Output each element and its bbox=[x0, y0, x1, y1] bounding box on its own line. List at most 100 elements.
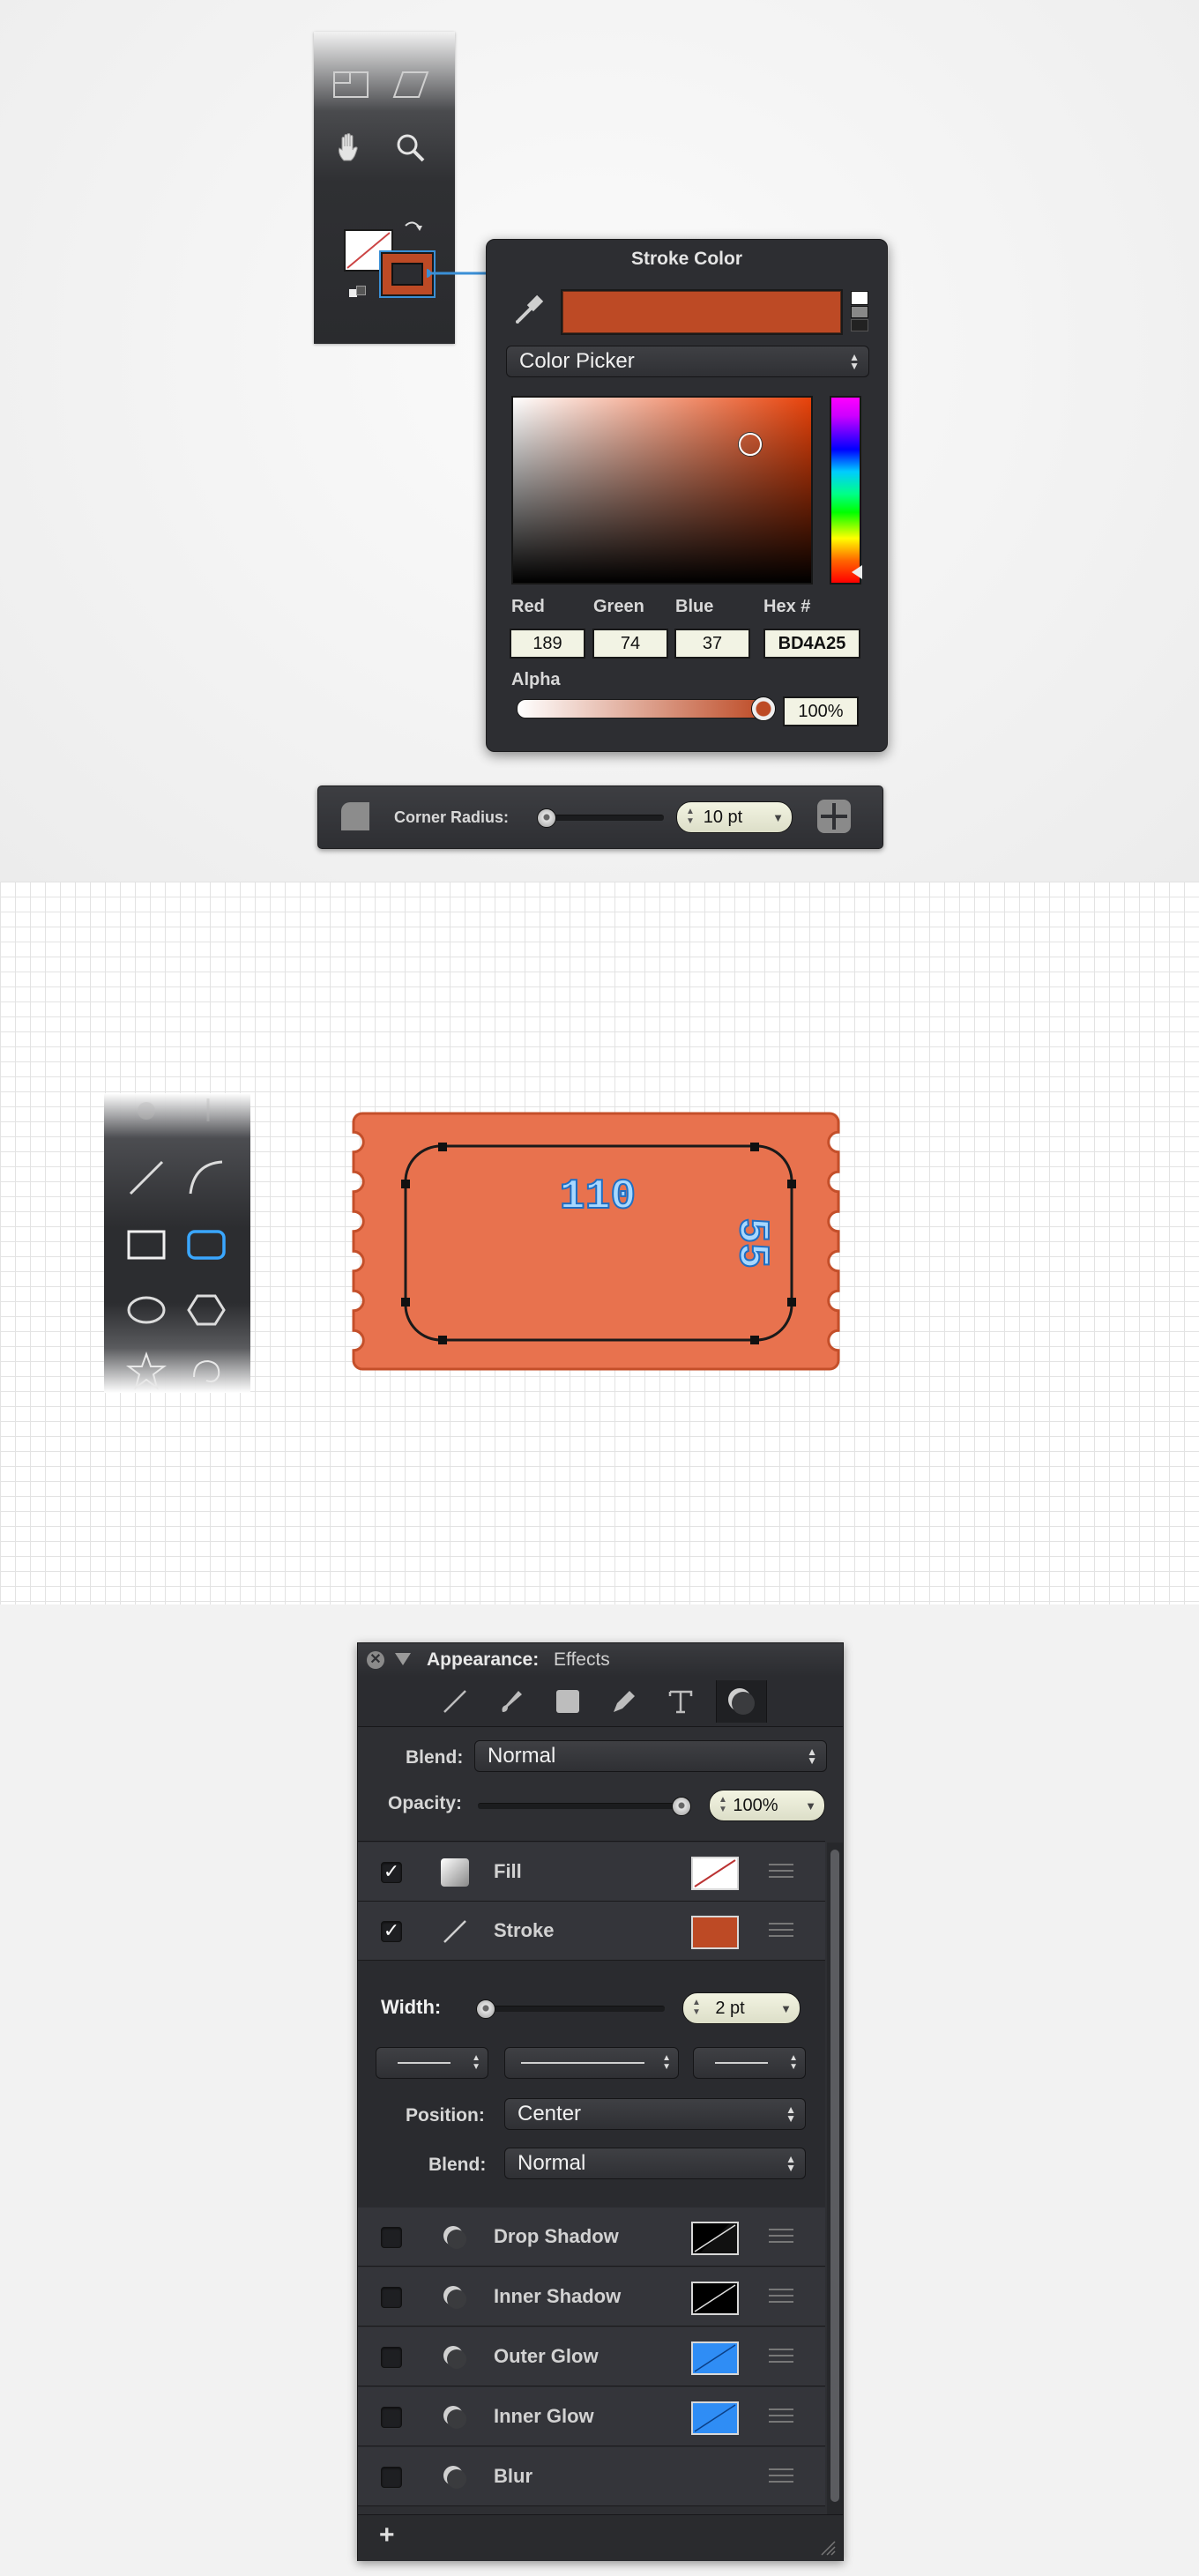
artboard-tool-icon[interactable] bbox=[328, 62, 374, 108]
width-knob[interactable] bbox=[476, 1999, 495, 2019]
zoom-tool-icon[interactable] bbox=[388, 125, 434, 171]
blur-icon bbox=[441, 2463, 469, 2491]
swap-colors-icon[interactable] bbox=[402, 219, 423, 240]
stroke-drag-handle[interactable] bbox=[769, 1923, 793, 1939]
blur-drag-handle[interactable] bbox=[769, 2468, 793, 2484]
stroke-well[interactable] bbox=[381, 252, 434, 296]
inner-glow-drag-handle[interactable] bbox=[769, 2408, 793, 2424]
opacity-stepper[interactable]: ▲ ▼ 100% ▼ bbox=[709, 1790, 825, 1821]
collapse-triangle-icon[interactable] bbox=[395, 1653, 411, 1665]
position-select[interactable]: Center ▲ ▼ bbox=[504, 2098, 806, 2130]
alpha-slider-knob[interactable] bbox=[751, 696, 776, 721]
color-mode-select[interactable]: Color Picker ▲ ▼ bbox=[506, 346, 869, 377]
start-arrow-select[interactable]: ▲ ▼ bbox=[376, 2047, 488, 2079]
inner-shadow-drag-handle[interactable] bbox=[769, 2289, 793, 2304]
fill-checkbox[interactable]: ✓ bbox=[381, 1862, 402, 1883]
width-slider[interactable] bbox=[480, 2006, 665, 2012]
inner-shadow-checkbox[interactable] bbox=[381, 2287, 402, 2308]
skew-tool-icon[interactable] bbox=[388, 62, 434, 108]
blue-field[interactable]: 37 bbox=[674, 629, 750, 659]
drop-shadow-drag-handle[interactable] bbox=[769, 2229, 793, 2245]
star-tool-icon[interactable] bbox=[125, 1351, 168, 1393]
resize-grip-icon[interactable] bbox=[818, 2538, 836, 2556]
stroke-blend-select[interactable]: Normal ▲ ▼ bbox=[504, 2148, 806, 2179]
corner-radius-knob[interactable] bbox=[537, 808, 556, 828]
pen-tab-icon[interactable] bbox=[610, 1687, 638, 1716]
drop-shadow-checkbox[interactable] bbox=[381, 2227, 402, 2248]
popover-connector bbox=[427, 269, 488, 278]
opacity-knob[interactable] bbox=[672, 1797, 691, 1816]
close-icon[interactable]: ✕ bbox=[367, 1651, 384, 1669]
appearance-header: ✕ Appearance: Effects bbox=[358, 1643, 843, 1678]
eyedropper-icon[interactable] bbox=[511, 291, 547, 326]
rectangle-tool-icon[interactable] bbox=[125, 1224, 168, 1266]
rounded-rectangle-tool-icon[interactable] bbox=[185, 1224, 227, 1266]
outer-glow-swatch[interactable] bbox=[691, 2341, 739, 2375]
drop-shadow-swatch[interactable] bbox=[691, 2222, 739, 2255]
blur-row[interactable]: Blur bbox=[358, 2447, 825, 2506]
alpha-field[interactable]: 100% bbox=[783, 696, 859, 726]
hex-field[interactable]: BD4A25 bbox=[763, 629, 860, 659]
outer-glow-row[interactable]: Outer Glow bbox=[358, 2327, 825, 2386]
inner-shadow-icon bbox=[441, 2283, 469, 2312]
stroke-row[interactable]: ✓ Stroke bbox=[358, 1902, 825, 1961]
fill-bucket-icon bbox=[130, 1095, 162, 1127]
width-stepper[interactable]: ▲ ▼ 2 pt ▼ bbox=[682, 1992, 801, 2024]
opacity-slider[interactable] bbox=[478, 1803, 689, 1809]
stroke-tab-icon[interactable] bbox=[441, 1687, 469, 1716]
hue-slider-pointer[interactable] bbox=[852, 565, 862, 579]
inner-glow-swatch[interactable] bbox=[691, 2401, 739, 2435]
scrollbar-thumb[interactable] bbox=[830, 1850, 839, 2502]
brush-tab-icon[interactable] bbox=[497, 1687, 525, 1716]
end-arrow-select[interactable]: ▲ ▼ bbox=[693, 2047, 806, 2079]
color-swatches-icon[interactable] bbox=[851, 291, 868, 331]
panel-title: Appearance: bbox=[427, 1649, 540, 1670]
ticket-shape[interactable]: 110 55 bbox=[349, 1109, 852, 1382]
inner-shadow-swatch[interactable] bbox=[691, 2282, 739, 2315]
corner-radius-label: Corner Radius: bbox=[394, 808, 510, 826]
inner-glow-row[interactable]: Inner Glow bbox=[358, 2387, 825, 2446]
stroke-icon bbox=[441, 1917, 469, 1946]
stroke-checkbox[interactable]: ✓ bbox=[381, 1921, 402, 1942]
select-arrows-icon: ▲ ▼ bbox=[849, 351, 860, 372]
alpha-slider[interactable] bbox=[517, 699, 767, 718]
inner-shadow-row[interactable]: Inner Shadow bbox=[358, 2267, 825, 2327]
add-effect-button[interactable]: + bbox=[379, 2520, 395, 2550]
blend-value: Normal bbox=[488, 1744, 556, 1768]
corner-mode-icon[interactable] bbox=[817, 800, 851, 833]
color-picker-handle[interactable] bbox=[739, 433, 762, 456]
spiral-tool-icon[interactable] bbox=[185, 1351, 227, 1393]
position-label: Position: bbox=[406, 2105, 485, 2126]
saturation-value-field[interactable] bbox=[511, 396, 813, 584]
line-tool-icon[interactable] bbox=[125, 1157, 168, 1199]
hue-slider[interactable] bbox=[830, 396, 862, 584]
fill-tab-icon[interactable] bbox=[554, 1687, 582, 1716]
arc-tool-icon[interactable] bbox=[185, 1157, 227, 1199]
inner-glow-checkbox[interactable] bbox=[381, 2407, 402, 2428]
fill-color-swatch[interactable] bbox=[691, 1857, 739, 1890]
blend-select[interactable]: Normal ▲ ▼ bbox=[474, 1740, 827, 1772]
corner-radius-stepper[interactable]: ▲ ▼ 10 pt ▼ bbox=[676, 801, 793, 833]
outer-glow-icon bbox=[441, 2343, 469, 2371]
panel-scrollbar[interactable] bbox=[827, 1843, 843, 2514]
corner-shape-icon[interactable] bbox=[341, 802, 369, 830]
default-colors-icon[interactable] bbox=[349, 286, 367, 298]
fill-drag-handle[interactable] bbox=[769, 1864, 793, 1880]
corner-radius-toolbar: Corner Radius: ▲ ▼ 10 pt ▼ bbox=[317, 785, 883, 849]
fill-row[interactable]: ✓ Fill bbox=[358, 1843, 825, 1902]
effects-tab-icon[interactable] bbox=[716, 1680, 767, 1723]
dash-select[interactable]: ▲ ▼ bbox=[504, 2047, 679, 2079]
text-tab-icon[interactable] bbox=[667, 1687, 695, 1716]
red-field[interactable]: 189 bbox=[510, 629, 585, 659]
outer-glow-checkbox[interactable] bbox=[381, 2347, 402, 2368]
polygon-tool-icon[interactable] bbox=[185, 1289, 227, 1331]
canvas-grid[interactable]: 110 55 bbox=[0, 882, 1199, 1604]
ellipse-tool-icon[interactable] bbox=[125, 1289, 168, 1331]
blur-checkbox[interactable] bbox=[381, 2467, 402, 2488]
drop-shadow-row[interactable]: Drop Shadow bbox=[358, 2207, 825, 2267]
corner-radius-slider[interactable] bbox=[540, 815, 664, 821]
hand-tool-icon[interactable] bbox=[328, 125, 374, 171]
green-field[interactable]: 74 bbox=[592, 629, 668, 659]
outer-glow-drag-handle[interactable] bbox=[769, 2349, 793, 2364]
stroke-color-swatch[interactable] bbox=[691, 1916, 739, 1949]
